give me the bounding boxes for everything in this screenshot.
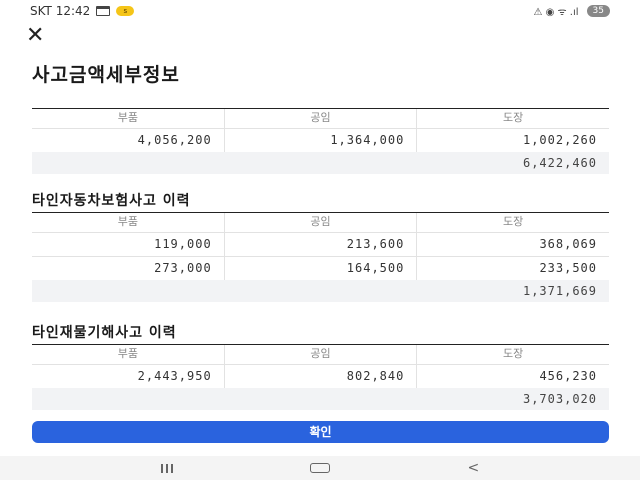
- cell-parts: 119,000: [32, 233, 225, 256]
- header-labor: 공임: [225, 213, 418, 232]
- status-right: ⚠ ◉ ᯤ .ıl 35: [533, 4, 610, 18]
- cell-labor: 213,600: [225, 233, 418, 256]
- status-bar: SKT 12:42 s ⚠ ◉ ᯤ .ıl 35: [0, 0, 640, 22]
- table-total: 6,422,460: [32, 152, 609, 174]
- cell-paint: 1,002,260: [522, 133, 598, 147]
- close-icon[interactable]: ✕: [26, 25, 52, 47]
- header-paint: 도장: [503, 215, 524, 228]
- system-nav-bar: <: [0, 456, 640, 480]
- calendar-icon: [96, 6, 111, 16]
- other-property-table: 부품 공임 도장 2,443,950 802,840 456,230 3,703…: [32, 344, 609, 410]
- cell-paint: 233,500: [539, 261, 598, 275]
- status-left: SKT 12:42 s: [30, 4, 135, 18]
- header-parts: 부품: [32, 213, 225, 232]
- cell-labor: 164,500: [225, 257, 418, 280]
- back-icon[interactable]: <: [443, 458, 503, 478]
- header-labor: 공임: [225, 345, 418, 364]
- accident-amount-table: 부품 공임 도장 4,056,200 1,364,000 1,002,260 6…: [32, 108, 609, 174]
- system-icons: ⚠ ◉ ᯤ .ıl: [533, 7, 579, 18]
- header-paint: 도장: [503, 111, 524, 124]
- table-header: 부품 공임 도장: [32, 108, 609, 128]
- header-parts: 부품: [32, 109, 225, 128]
- carrier-time: SKT 12:42: [30, 4, 91, 18]
- header-paint: 도장: [503, 347, 524, 360]
- cell-labor: 802,840: [225, 365, 418, 388]
- table-row: 119,000 213,600 368,069: [32, 232, 609, 256]
- page-title: 사고금액세부정보: [32, 64, 180, 86]
- cell-parts: 273,000: [32, 257, 225, 280]
- section-title-other-vehicle: 타인자동차보험사고 이력: [32, 193, 191, 209]
- cell-paint: 368,069: [539, 237, 598, 251]
- cell-parts: 2,443,950: [32, 365, 225, 388]
- header-parts: 부품: [32, 345, 225, 364]
- table-row: 4,056,200 1,364,000 1,002,260: [32, 128, 609, 152]
- confirm-button[interactable]: 확인: [32, 421, 609, 443]
- other-vehicle-table: 부품 공임 도장 119,000 213,600 368,069 273,000…: [32, 212, 609, 302]
- cell-paint: 456,230: [539, 369, 598, 383]
- header-labor: 공임: [225, 109, 418, 128]
- battery-icon: 35: [586, 5, 610, 17]
- table-row: 2,443,950 802,840 456,230: [32, 364, 609, 388]
- section-title-other-property: 타인재물기해사고 이력: [32, 325, 177, 341]
- cell-labor: 1,364,000: [225, 129, 418, 152]
- table-total: 1,371,669: [32, 280, 609, 302]
- home-icon[interactable]: [290, 458, 350, 478]
- cell-parts: 4,056,200: [32, 129, 225, 152]
- recent-apps-icon[interactable]: [137, 458, 197, 478]
- table-header: 부품 공임 도장: [32, 212, 609, 232]
- table-total: 3,703,020: [32, 388, 609, 410]
- kakao-icon: s: [116, 6, 135, 16]
- table-header: 부품 공임 도장: [32, 344, 609, 364]
- table-row: 273,000 164,500 233,500: [32, 256, 609, 280]
